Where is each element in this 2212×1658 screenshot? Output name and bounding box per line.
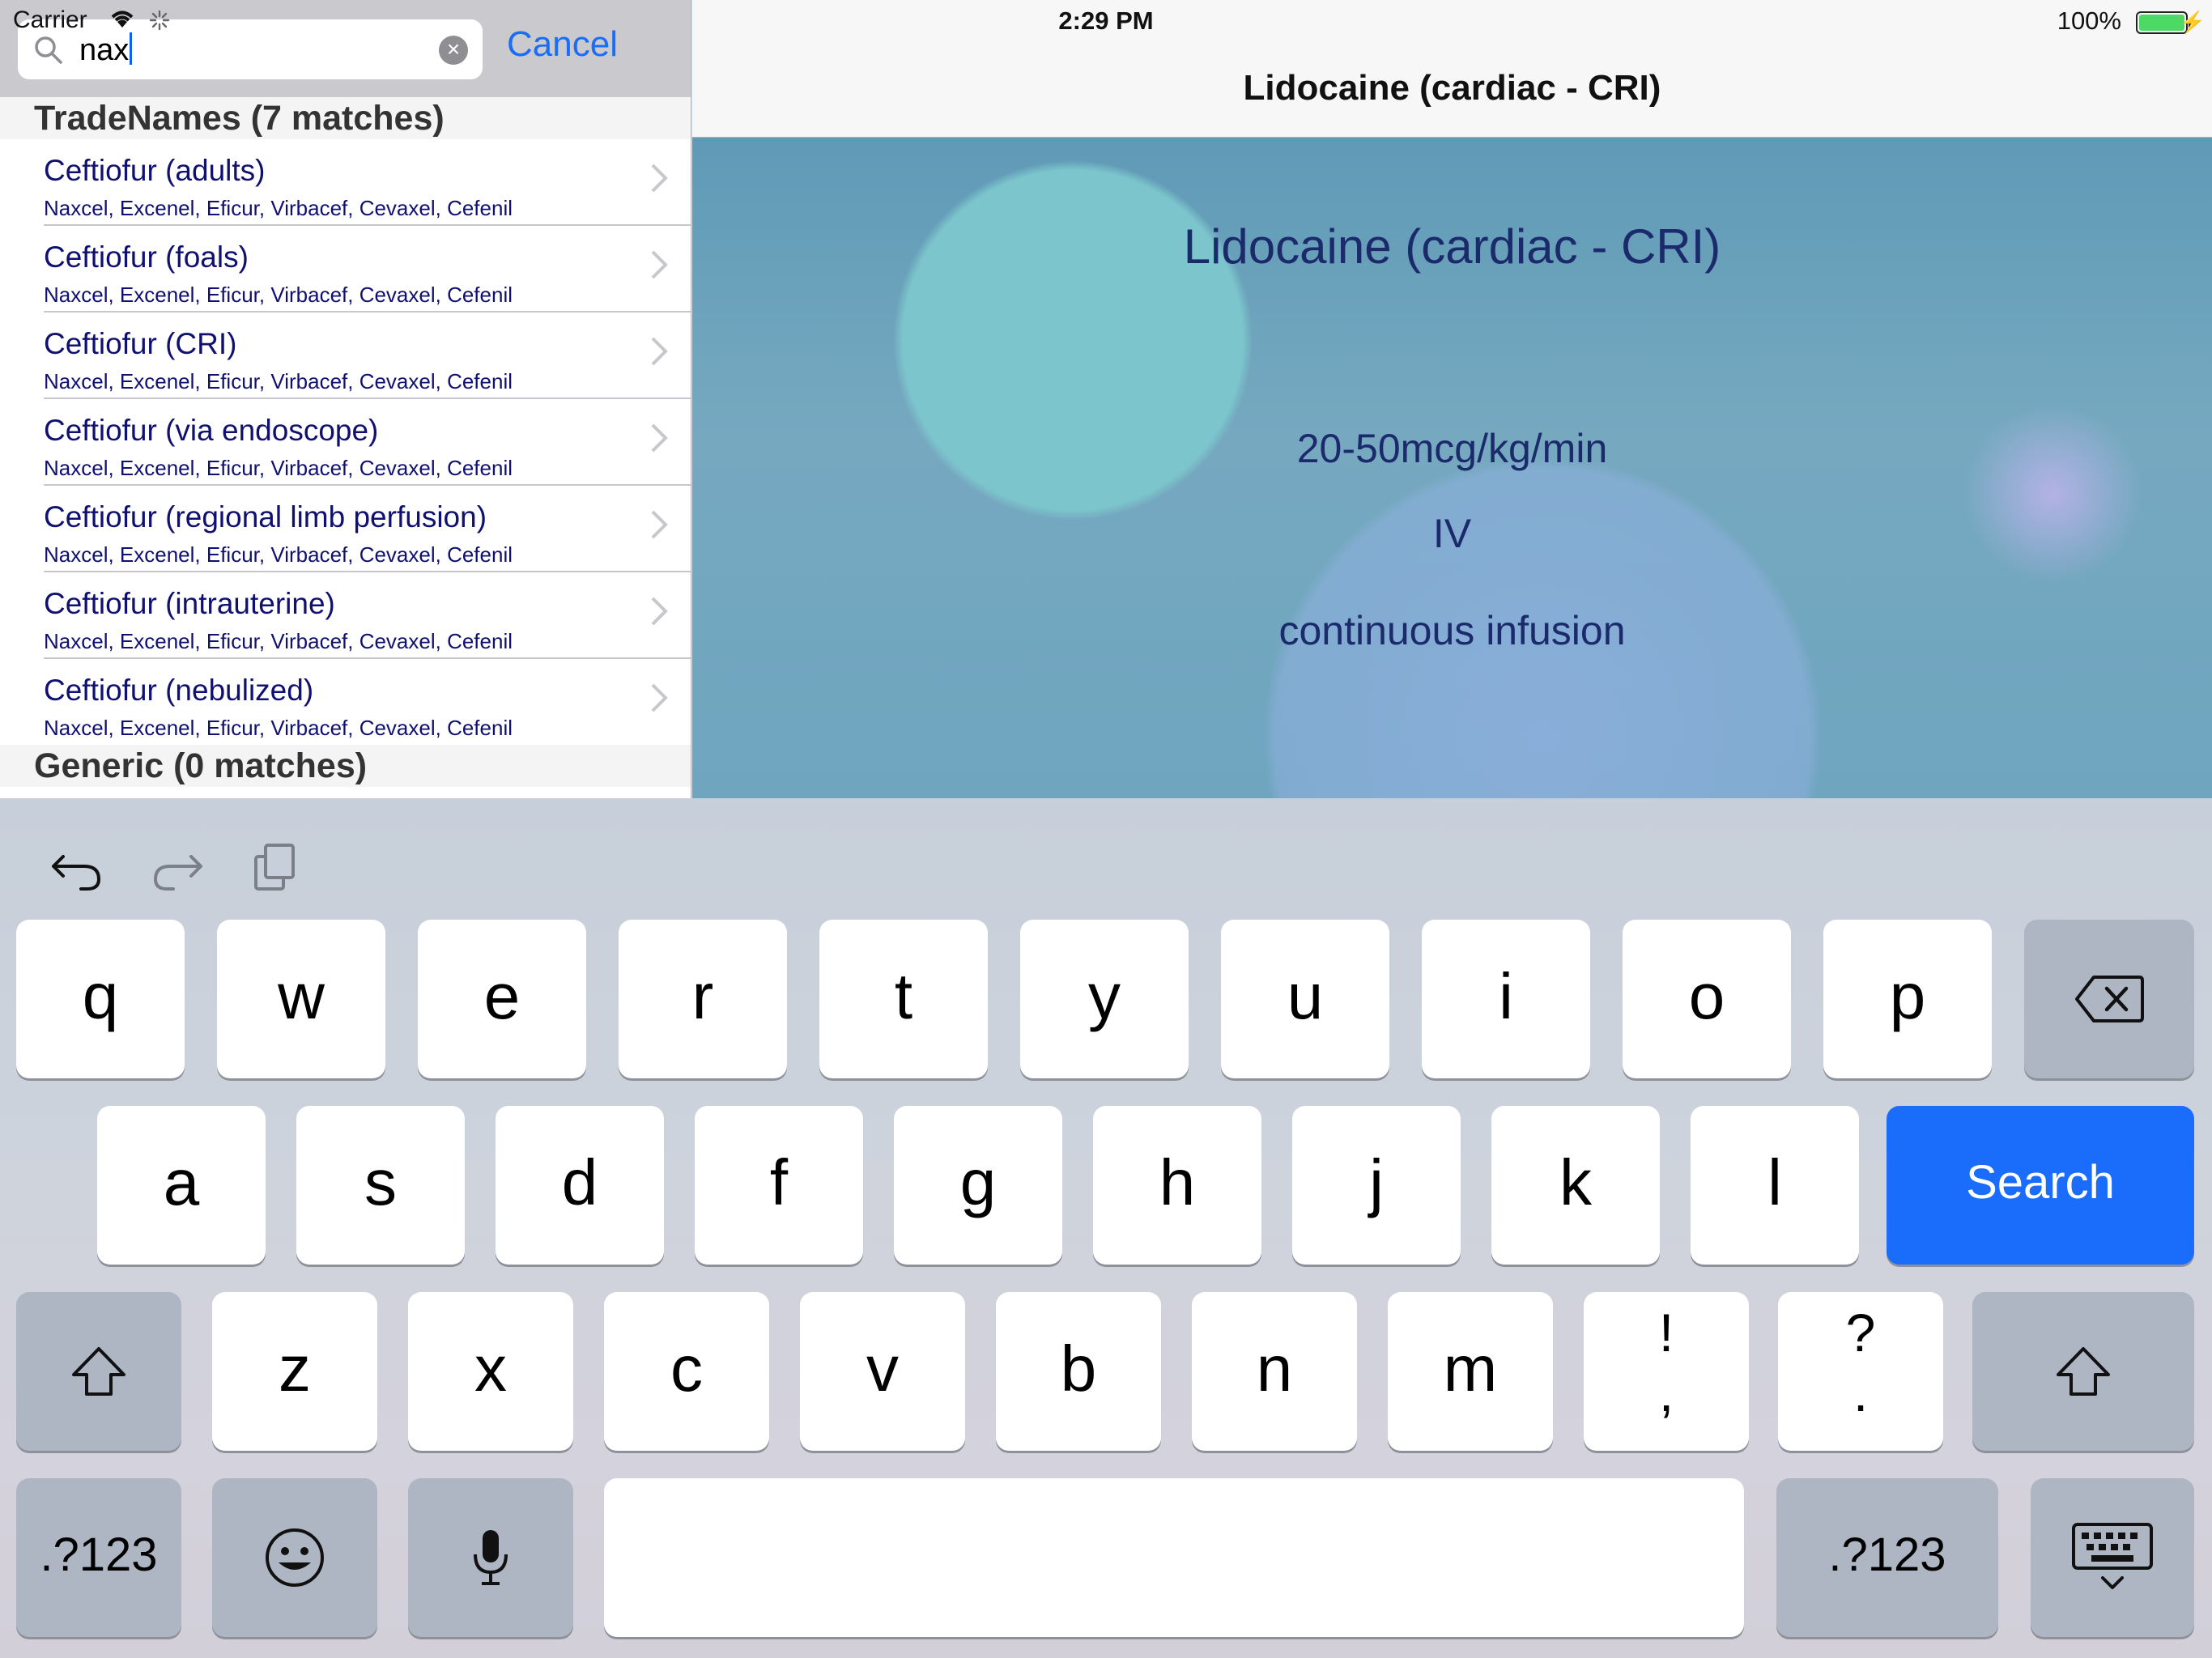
key-d[interactable]: d (496, 1106, 664, 1265)
result-row[interactable]: Ceftiofur (nebulized) Naxcel, Excenel, E… (0, 659, 691, 746)
key-t[interactable]: t (819, 920, 988, 1078)
result-row[interactable]: Ceftiofur (CRI) Naxcel, Excenel, Eficur,… (0, 312, 691, 399)
key-u[interactable]: u (1221, 920, 1389, 1078)
key-f[interactable]: f (695, 1106, 863, 1265)
shift-icon (72, 1347, 125, 1396)
key-k[interactable]: k (1491, 1106, 1660, 1265)
key-bottom-char: . (1853, 1363, 1869, 1422)
key-j[interactable]: j (1292, 1106, 1461, 1265)
result-row[interactable]: Ceftiofur (intrauterine) Naxcel, Excenel… (0, 572, 691, 659)
result-subtitle: Naxcel, Excenel, Eficur, Virbacef, Cevax… (44, 196, 513, 220)
result-subtitle: Naxcel, Excenel, Eficur, Virbacef, Cevax… (44, 542, 513, 567)
result-subtitle: Naxcel, Excenel, Eficur, Virbacef, Cevax… (44, 716, 513, 740)
key-bottom-char: , (1658, 1363, 1674, 1422)
result-title: Ceftiofur (intrauterine) (44, 587, 335, 620)
key-question-period[interactable]: ? . (1778, 1292, 1943, 1451)
search-key[interactable]: Search (1887, 1106, 2194, 1265)
shift-icon (2057, 1347, 2110, 1396)
chevron-right-icon (651, 423, 668, 453)
result-title: Ceftiofur (regional limb perfusion) (44, 500, 487, 534)
chevron-right-icon (651, 164, 668, 193)
battery-percentage: 100% (2057, 6, 2121, 35)
dismiss-keyboard-key[interactable] (2031, 1478, 2194, 1637)
dictation-key[interactable] (408, 1478, 573, 1637)
key-o[interactable]: o (1623, 920, 1791, 1078)
key-top-char: ! (1658, 1303, 1674, 1363)
undo-icon[interactable] (49, 839, 105, 895)
paste-icon[interactable] (248, 839, 304, 895)
status-bar: Carrier 2:29 PM 100% ⚡ (0, 0, 2212, 44)
key-y[interactable]: y (1020, 920, 1189, 1078)
chevron-right-icon (651, 683, 668, 712)
key-r[interactable]: r (619, 920, 787, 1078)
key-c[interactable]: c (604, 1292, 769, 1451)
key-x[interactable]: x (408, 1292, 573, 1451)
key-n[interactable]: n (1192, 1292, 1357, 1451)
result-title: Ceftiofur (CRI) (44, 327, 237, 360)
key-i[interactable]: i (1422, 920, 1590, 1078)
keyboard-dismiss-icon (2072, 1523, 2153, 1589)
key-s[interactable]: s (296, 1106, 465, 1265)
chevron-right-icon (651, 597, 668, 626)
result-title: Ceftiofur (via endoscope) (44, 414, 379, 447)
key-m[interactable]: m (1388, 1292, 1553, 1451)
result-row[interactable]: Ceftiofur (foals) Naxcel, Excenel, Eficu… (0, 226, 691, 312)
drug-dose: 20-50mcg/kg/min (1296, 426, 1608, 471)
key-b[interactable]: b (996, 1292, 1161, 1451)
nav-title: Lidocaine (cardiac - CRI) (1243, 68, 1661, 108)
key-w[interactable]: w (217, 920, 385, 1078)
search-results-panel: nax × Cancel TradeNames (7 matches) Ceft… (0, 0, 691, 798)
space-key[interactable] (604, 1478, 1744, 1637)
section-header-generic: Generic (0 matches) (0, 745, 691, 787)
result-title: Ceftiofur (nebulized) (44, 674, 314, 707)
key-l[interactable]: l (1691, 1106, 1859, 1265)
drug-detail-view: Lidocaine (cardiac - CRI) 20-50mcg/kg/mi… (692, 138, 2212, 798)
section-header-tradenames: TradeNames (7 matches) (0, 97, 691, 139)
key-h[interactable]: h (1093, 1106, 1261, 1265)
shift-key-right[interactable] (1972, 1292, 2194, 1451)
redo-icon[interactable] (149, 839, 206, 895)
result-title: Ceftiofur (adults) (44, 154, 266, 187)
shift-key-left[interactable] (16, 1292, 181, 1451)
key-exclamation-comma[interactable]: ! , (1584, 1292, 1749, 1451)
result-subtitle: Naxcel, Excenel, Eficur, Virbacef, Cevax… (44, 456, 513, 480)
result-row[interactable]: Ceftiofur (regional limb perfusion) Naxc… (0, 486, 691, 572)
result-title: Ceftiofur (foals) (44, 240, 249, 274)
key-p[interactable]: p (1823, 920, 1992, 1078)
key-top-char: ? (1845, 1303, 1876, 1363)
chevron-right-icon (651, 337, 668, 366)
key-q[interactable]: q (16, 920, 185, 1078)
result-subtitle: Naxcel, Excenel, Eficur, Virbacef, Cevax… (44, 629, 513, 653)
drug-route: IV (1432, 511, 1472, 556)
microphone-icon (474, 1530, 508, 1585)
backspace-icon (2075, 976, 2144, 1022)
key-e[interactable]: e (418, 920, 586, 1078)
key-z[interactable]: z (212, 1292, 377, 1451)
key-g[interactable]: g (894, 1106, 1062, 1265)
emoji-key[interactable] (212, 1478, 377, 1637)
result-subtitle: Naxcel, Excenel, Eficur, Virbacef, Cevax… (44, 283, 513, 307)
key-v[interactable]: v (800, 1292, 965, 1451)
clock: 2:29 PM (1058, 6, 1154, 35)
numbers-key-right[interactable]: .?123 (1776, 1478, 1998, 1637)
result-row[interactable]: Ceftiofur (adults) Naxcel, Excenel, Efic… (0, 139, 691, 226)
drug-frequency: continuous infusion (1278, 608, 1626, 653)
charging-bolt-icon: ⚡ (2179, 10, 2206, 34)
on-screen-keyboard: q w e r t y u i o p a s d f g h j k l Se… (0, 798, 2212, 1658)
chevron-right-icon (651, 250, 668, 279)
drug-heading: Lidocaine (cardiac - CRI) (1183, 219, 1721, 274)
result-row[interactable]: Ceftiofur (via endoscope) Naxcel, Excene… (0, 399, 691, 486)
key-a[interactable]: a (97, 1106, 266, 1265)
numbers-key-left[interactable]: .?123 (16, 1478, 181, 1637)
emoji-icon (266, 1528, 324, 1587)
backspace-key[interactable] (2024, 920, 2194, 1078)
chevron-right-icon (651, 510, 668, 539)
result-subtitle: Naxcel, Excenel, Eficur, Virbacef, Cevax… (44, 369, 513, 393)
